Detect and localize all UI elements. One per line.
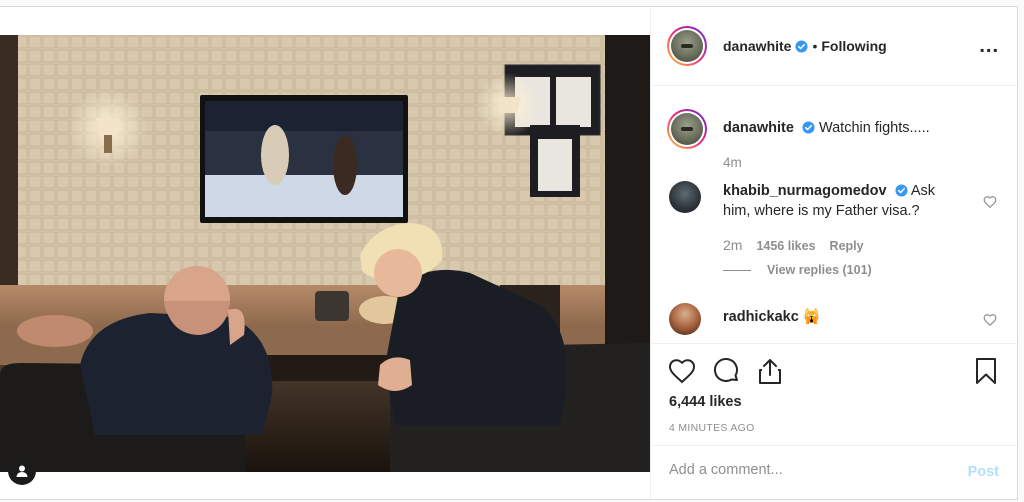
share-icon[interactable] <box>755 356 785 386</box>
caption-avatar[interactable] <box>667 109 707 149</box>
add-comment-bar: Post <box>651 445 1017 499</box>
caption-time[interactable]: 4m <box>723 155 742 170</box>
post-sidebar: danawhite • Following ... danawhite Watc… <box>650 7 1017 499</box>
comment-likes[interactable]: 1456 likes <box>756 239 815 253</box>
caption-text: Watchin fights..... <box>818 120 930 136</box>
author-username[interactable]: danawhite <box>723 38 791 54</box>
commenter-avatar[interactable] <box>669 303 701 335</box>
comment-like-heart-icon[interactable] <box>983 195 997 209</box>
heart-icon[interactable] <box>667 356 697 386</box>
commenter-username[interactable]: radhickakc <box>723 309 799 325</box>
commenter-username[interactable]: khabib_nurmagomedov <box>723 183 887 199</box>
likes-count[interactable]: 6,444 likes <box>669 394 742 410</box>
post-actions: 6,444 likes 4 MINUTES AGO <box>651 343 1017 445</box>
verified-badge-icon <box>895 184 908 197</box>
comment-meta: 2m 1456 likes Reply <box>723 237 864 253</box>
more-options-icon[interactable]: ... <box>979 36 999 56</box>
caption: danawhite Watchin fights..... <box>667 109 930 149</box>
post-header: danawhite • Following ... <box>651 7 1017 86</box>
comment-icon[interactable] <box>711 356 741 386</box>
author-avatar[interactable] <box>667 26 707 66</box>
post-timestamp[interactable]: 4 MINUTES AGO <box>669 422 755 434</box>
header-separator: • <box>812 38 818 54</box>
post-comment-button[interactable]: Post <box>968 464 999 480</box>
commenter-avatar[interactable] <box>669 181 701 213</box>
comments-list[interactable]: danawhite Watchin fights..... 4m khabib_… <box>651 87 1017 343</box>
photo-scene <box>0 35 650 472</box>
replies-divider <box>723 269 751 271</box>
comment-item: radhickakc 🙀 <box>669 303 1009 335</box>
verified-badge-icon <box>802 121 815 134</box>
comment-item: khabib_nurmagomedov Ask him, where is my… <box>669 181 1009 221</box>
comment-time[interactable]: 2m <box>723 237 742 253</box>
reply-button[interactable]: Reply <box>830 239 864 253</box>
post-card: danawhite • Following ... danawhite Watc… <box>0 6 1018 500</box>
view-replies-label: View replies (101) <box>767 263 872 277</box>
photo-area <box>0 7 650 499</box>
verified-badge-icon <box>795 39 809 53</box>
post-photo[interactable] <box>0 35 650 472</box>
comment-like-heart-icon[interactable] <box>983 313 997 327</box>
bookmark-icon[interactable] <box>971 356 1001 386</box>
user-tag-icon[interactable] <box>8 457 36 485</box>
caption-username[interactable]: danawhite <box>723 120 794 136</box>
person-icon <box>16 465 28 477</box>
comment-text: 🙀 <box>802 309 821 325</box>
view-replies-button[interactable]: View replies (101) <box>723 263 872 277</box>
following-button[interactable]: Following <box>821 38 886 54</box>
add-comment-input[interactable] <box>669 462 939 478</box>
